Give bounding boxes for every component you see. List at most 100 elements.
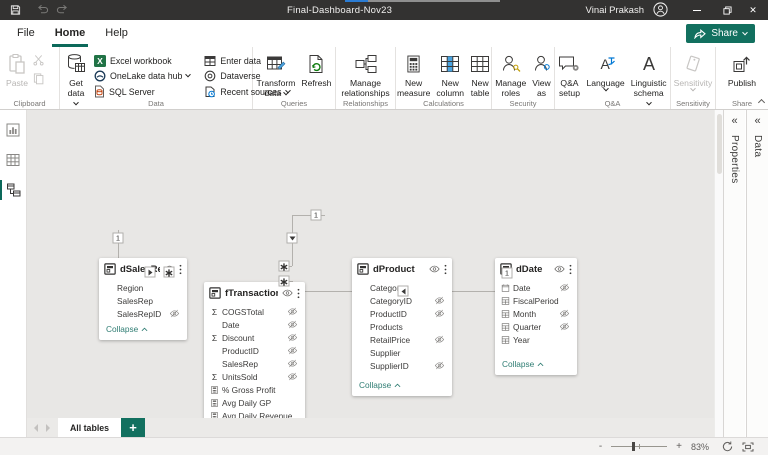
restore-button[interactable] [714, 0, 740, 20]
refresh-button[interactable]: Refresh [298, 51, 334, 88]
table-card-header[interactable]: dProduct [352, 258, 452, 279]
field-SupplierID[interactable]: SupplierID [352, 359, 452, 372]
view-as-button[interactable]: View as [529, 51, 553, 98]
minimize-button[interactable] [684, 0, 710, 20]
field--Gross-Profit[interactable]: % Gross Profit [204, 383, 305, 396]
relationship-arrow-right-badge [144, 266, 156, 278]
table-card-header[interactable]: fTransactions [204, 282, 305, 303]
field-SalesRep[interactable]: SalesRep [99, 294, 187, 307]
field-Region[interactable]: Region [99, 281, 187, 294]
prev-tab-icon[interactable] [34, 423, 38, 432]
user-avatar-icon[interactable] [653, 2, 668, 17]
hidden-eye-icon[interactable] [287, 307, 298, 316]
table-view-icon[interactable] [0, 145, 26, 175]
field-Date[interactable]: Date [495, 281, 577, 294]
close-button[interactable]: ✕ [740, 0, 766, 20]
new-measure-button[interactable]: New measure [394, 51, 433, 98]
language-button[interactable]: A Language [583, 51, 627, 92]
field-UnitsSold[interactable]: Σ UnitsSold [204, 370, 305, 383]
hidden-eye-icon[interactable] [287, 359, 298, 368]
share-button[interactable]: Share [686, 24, 755, 43]
add-layout-button[interactable]: + [121, 418, 145, 437]
table-card-dProduct[interactable]: dProduct Category CategoryID ProductID Produ… [352, 258, 452, 396]
table-card-fTransactions[interactable]: fTransactions Σ COGSTotal Date Σ Discount Prod… [204, 282, 305, 418]
qa-setup-button[interactable]: Q&A setup [555, 51, 583, 98]
zoom-slider-thumb[interactable] [632, 442, 636, 451]
field-ProductID[interactable]: ProductID [204, 344, 305, 357]
ribbon-group-qa: Q&A setup A Language A Linguistic schema [555, 47, 671, 109]
collapse-link[interactable]: Collapse [495, 359, 577, 375]
expand-properties-icon[interactable]: « [731, 116, 737, 127]
kebab-menu-icon[interactable] [179, 264, 182, 275]
eye-icon[interactable] [282, 289, 293, 297]
vertical-scrollbar[interactable] [714, 110, 723, 437]
field-SalesRepID[interactable]: SalesRepID [99, 307, 187, 320]
copy-icon[interactable] [33, 72, 44, 85]
scrollbar-thumb[interactable] [717, 114, 722, 174]
hidden-eye-icon[interactable] [287, 333, 298, 342]
manage-roles-button[interactable]: Manage roles [492, 51, 529, 98]
field-FiscalPeriod[interactable]: FiscalPeriod [495, 294, 577, 307]
hidden-eye-icon[interactable] [287, 320, 298, 329]
hidden-eye-icon[interactable] [434, 361, 445, 370]
expand-data-icon[interactable]: « [754, 116, 760, 127]
collapse-link[interactable]: Collapse [352, 380, 452, 396]
undo-icon[interactable] [36, 4, 49, 15]
manage-relationships-button[interactable]: Manage relationships [338, 51, 392, 98]
field-Month[interactable]: Month [495, 307, 577, 320]
eye-icon[interactable] [554, 265, 565, 273]
new-table-button[interactable]: New table [467, 51, 493, 98]
zoom-in-button[interactable]: + [676, 441, 682, 452]
hidden-eye-icon[interactable] [434, 335, 445, 344]
hidden-eye-icon[interactable] [559, 322, 570, 331]
model-canvas[interactable]: dSalesRepsRegionSalesRepSalesRepIDCollap… [27, 110, 714, 418]
fit-to-screen-icon[interactable] [742, 442, 754, 452]
menu-tab-home[interactable]: Home [51, 20, 89, 47]
hidden-eye-icon[interactable] [559, 309, 570, 318]
sensitivity-button[interactable]: Sensitivity [671, 51, 716, 92]
hidden-eye-icon[interactable] [559, 283, 570, 292]
zoom-slider[interactable] [611, 442, 668, 451]
hidden-eye-icon[interactable] [287, 372, 298, 381]
eye-icon[interactable] [429, 265, 440, 273]
field-Discount[interactable]: Σ Discount [204, 331, 305, 344]
hidden-eye-icon[interactable] [434, 296, 445, 305]
model-view-icon[interactable] [0, 175, 26, 205]
onelake-data-hub-button[interactable]: OneLake data hub [94, 69, 192, 85]
report-view-icon[interactable] [0, 115, 26, 145]
field-RetailPrice[interactable]: RetailPrice [352, 333, 452, 346]
field-Supplier[interactable]: Supplier [352, 346, 452, 359]
kebab-menu-icon[interactable] [569, 264, 572, 275]
save-icon[interactable] [10, 4, 21, 16]
paste-button[interactable]: Paste [3, 51, 31, 88]
field-Avg-Daily-GP[interactable]: Avg Daily GP [204, 396, 305, 409]
new-column-button[interactable]: New column [433, 51, 467, 98]
next-tab-icon[interactable] [46, 423, 50, 432]
kebab-menu-icon[interactable] [444, 264, 447, 275]
field-Year[interactable]: Year [495, 333, 577, 346]
field-ProductID[interactable]: ProductID [352, 307, 452, 320]
kebab-menu-icon[interactable] [297, 288, 300, 299]
sql-server-button[interactable]: SQL Server [94, 84, 190, 100]
menu-tab-file[interactable]: File [14, 20, 38, 47]
field-SalesRep[interactable]: SalesRep [204, 357, 305, 370]
excel-workbook-button[interactable]: X Excel workbook [94, 53, 190, 69]
transform-data-button[interactable]: Transform data [254, 51, 299, 98]
field-Avg-Daily-Revenue[interactable]: Avg Daily Revenue [204, 409, 305, 418]
hidden-eye-icon[interactable] [434, 309, 445, 318]
field-COGSTotal[interactable]: Σ COGSTotal [204, 305, 305, 318]
menu-tab-help[interactable]: Help [102, 20, 131, 47]
reset-zoom-icon[interactable] [722, 441, 733, 452]
field-Quarter[interactable]: Quarter [495, 320, 577, 333]
zoom-out-button[interactable]: - [599, 441, 602, 452]
tab-all-tables[interactable]: All tables [58, 418, 121, 437]
hidden-eye-icon[interactable] [287, 346, 298, 355]
field-Products[interactable]: Products [352, 320, 452, 333]
collapse-ribbon-icon[interactable] [757, 97, 766, 107]
hidden-eye-icon[interactable] [169, 309, 180, 318]
collapse-link[interactable]: Collapse [99, 324, 187, 340]
redo-icon[interactable] [56, 4, 69, 15]
publish-button[interactable]: Publish [725, 51, 759, 88]
cut-icon[interactable] [33, 54, 44, 66]
field-Date[interactable]: Date [204, 318, 305, 331]
